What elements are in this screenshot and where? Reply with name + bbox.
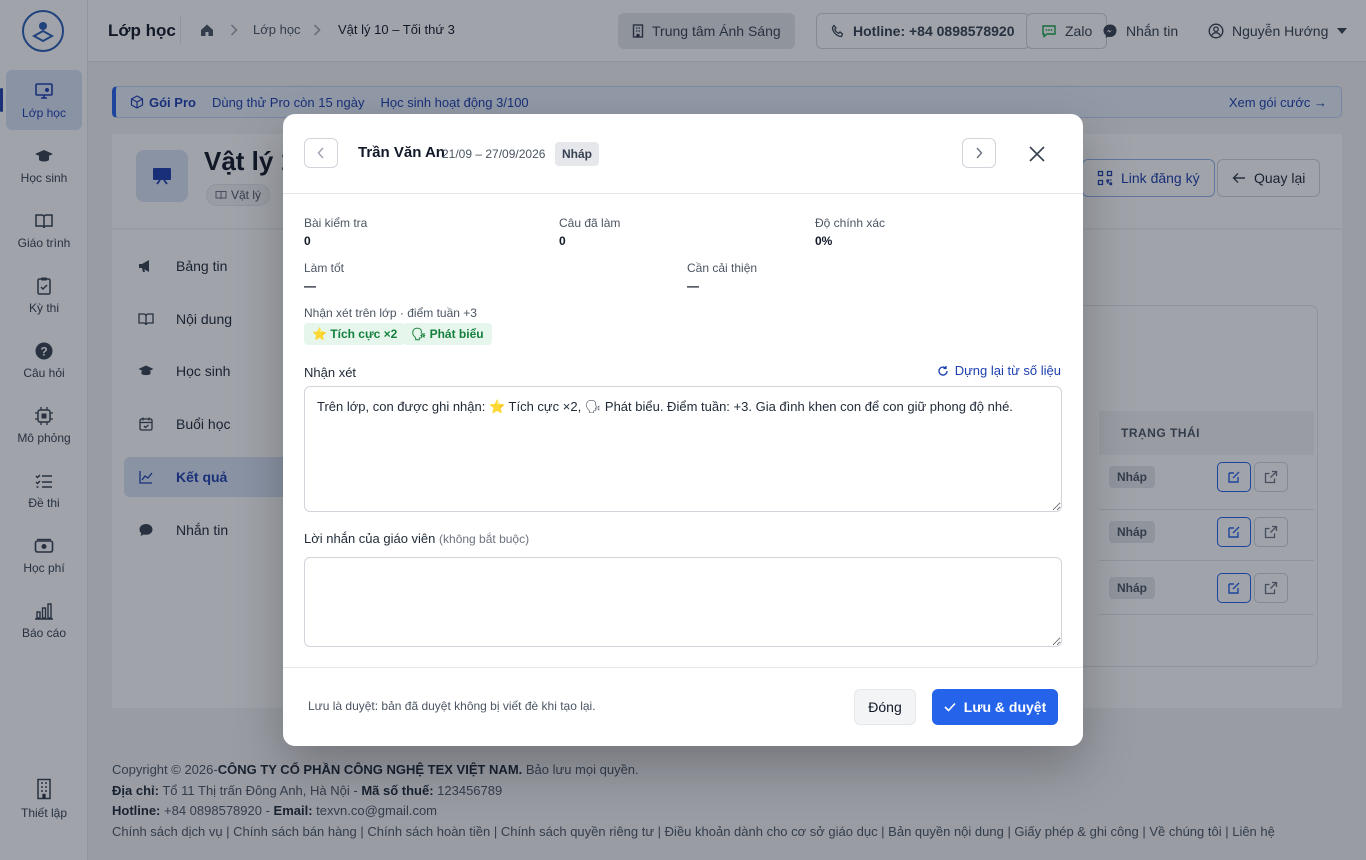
improve-value: — [687, 279, 699, 293]
comment-textarea[interactable]: Trên lớp, con được ghi nhận: ⭐ Tích cực … [304, 386, 1062, 512]
divider [283, 667, 1083, 668]
check-icon [944, 702, 956, 712]
comment-label: Nhận xét [304, 365, 357, 380]
stat-value-accuracy: 0% [815, 234, 833, 248]
close-icon [1029, 146, 1045, 162]
class-notes-label: Nhận xét trên lớp · điểm tuần +3 [304, 306, 477, 320]
stat-label-tests: Bài kiểm tra [304, 216, 368, 230]
rebuild-from-data-link[interactable]: Dựng lại từ số liệu [937, 363, 1061, 378]
chevron-right-icon [976, 147, 983, 159]
teacher-message-label: Lời nhắn của giáo viên (không bắt buộc) [304, 531, 530, 546]
stat-label-accuracy: Độ chính xác [815, 216, 886, 230]
next-student-button[interactable] [962, 138, 996, 168]
close-button[interactable]: Đóng [854, 689, 916, 725]
status-badge: Nháp [555, 142, 599, 166]
date-range: 21/09 – 27/09/2026 [442, 147, 546, 161]
good-label: Làm tốt [304, 261, 345, 275]
chevron-left-icon [317, 147, 324, 159]
footer-note: Lưu là duyệt: bản đã duyệt không bị viết… [308, 699, 596, 713]
good-value: — [304, 279, 316, 293]
stat-value-tests: 0 [304, 234, 311, 248]
close-modal-button[interactable] [1025, 142, 1049, 166]
stat-label-questions: Câu đã làm [559, 216, 621, 230]
prev-student-button[interactable] [304, 138, 338, 168]
report-modal: Trần Văn An 21/09 – 27/09/2026 Nháp Bài … [283, 114, 1083, 746]
stat-value-questions: 0 [559, 234, 566, 248]
save-approve-button[interactable]: Lưu & duyệt [932, 689, 1058, 725]
teacher-message-textarea[interactable] [304, 557, 1062, 647]
tag-speaking: 🗣 Phát biểu [403, 323, 492, 345]
divider [283, 193, 1083, 194]
refresh-icon [938, 365, 948, 376]
improve-label: Cần cải thiện [687, 261, 758, 275]
tag-positive: ⭐ Tích cực ×2 [304, 323, 406, 345]
student-name: Trần Văn An [358, 144, 445, 161]
